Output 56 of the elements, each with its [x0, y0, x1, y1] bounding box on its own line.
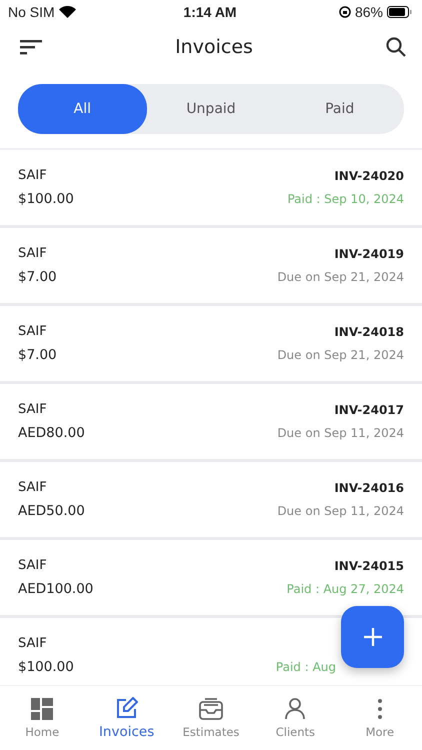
- page-title: Invoices: [175, 36, 253, 58]
- wifi-icon: [58, 6, 76, 18]
- invoice-number: INV-24020: [334, 168, 404, 182]
- battery-icon: [387, 6, 412, 18]
- clock-text: 1:14 AM: [183, 4, 237, 20]
- client-name: SAIF: [18, 246, 47, 261]
- invoice-amount: $7.00: [18, 347, 57, 363]
- invoice-amount: $100.00: [18, 659, 74, 675]
- invoice-number: INV-24016: [334, 480, 404, 494]
- dashboard-icon: [31, 698, 54, 720]
- filter-tab[interactable]: Paid: [275, 84, 404, 134]
- client-name: SAIF: [18, 168, 47, 183]
- invoice-amount: AED100.00: [18, 581, 94, 597]
- more-icon: [376, 698, 383, 720]
- invoice-number: INV-24018: [334, 324, 404, 338]
- invoice-row[interactable]: SAIF INV-24016 AED50.00 Due on Sep 11, 2024: [0, 462, 422, 540]
- invoice-amount: $7.00: [18, 269, 57, 285]
- invoice-number: INV-24015: [334, 558, 404, 572]
- search-icon[interactable]: [386, 37, 406, 57]
- invoice-number: INV-24017: [334, 402, 404, 416]
- sort-icon[interactable]: [20, 39, 42, 55]
- invoice-row[interactable]: SAIF INV-24019 $7.00 Due on Sep 21, 2024: [0, 228, 422, 306]
- client-name: SAIF: [18, 402, 47, 417]
- invoice-amount: $100.00: [18, 191, 74, 207]
- invoice-amount: AED80.00: [18, 425, 85, 441]
- invoice-status: Paid : Aug 27, 2024: [286, 582, 404, 596]
- invoice-status: Due on Sep 21, 2024: [277, 270, 404, 284]
- invoice-row[interactable]: SAIF INV-24018 $7.00 Due on Sep 21, 2024: [0, 306, 422, 384]
- inbox-icon: [199, 698, 224, 720]
- nav-tab[interactable]: More: [338, 686, 422, 750]
- client-name: SAIF: [18, 558, 47, 573]
- invoice-row[interactable]: SAIF INV-24020 $100.00 Paid : Sep 10, 2024: [0, 150, 422, 228]
- filter-tab[interactable]: Unpaid: [146, 84, 276, 134]
- edit-icon: [116, 696, 138, 718]
- plus-icon: [364, 628, 382, 646]
- invoice-row[interactable]: SAIF INV-24017 AED80.00 Due on Sep 11, 2024: [0, 384, 422, 462]
- nav-tab[interactable]: Estimates: [168, 686, 254, 750]
- invoice-status: Due on Sep 21, 2024: [277, 348, 404, 362]
- nav-tab[interactable]: Invoices: [84, 686, 169, 750]
- nav-tab[interactable]: Home: [0, 686, 84, 750]
- invoice-number: INV-24019: [334, 246, 404, 260]
- invoice-status: Due on Sep 11, 2024: [277, 426, 404, 440]
- client-name: SAIF: [18, 324, 47, 339]
- client-name: SAIF: [18, 480, 47, 495]
- invoice-amount: AED50.00: [18, 503, 85, 519]
- invoice-status: Paid : Aug: [276, 660, 336, 674]
- rotation-lock-icon: [338, 6, 351, 18]
- battery-percent: 86%: [354, 4, 384, 20]
- invoice-status: Due on Sep 11, 2024: [277, 504, 404, 518]
- filter-tab[interactable]: All: [18, 84, 147, 134]
- person-icon: [285, 698, 306, 720]
- nav-tab[interactable]: Clients: [253, 686, 338, 750]
- carrier-text: No SIM: [8, 4, 55, 20]
- add-button[interactable]: [341, 606, 404, 668]
- invoice-status: Paid : Sep 10, 2024: [287, 192, 404, 206]
- client-name: SAIF: [18, 636, 47, 651]
